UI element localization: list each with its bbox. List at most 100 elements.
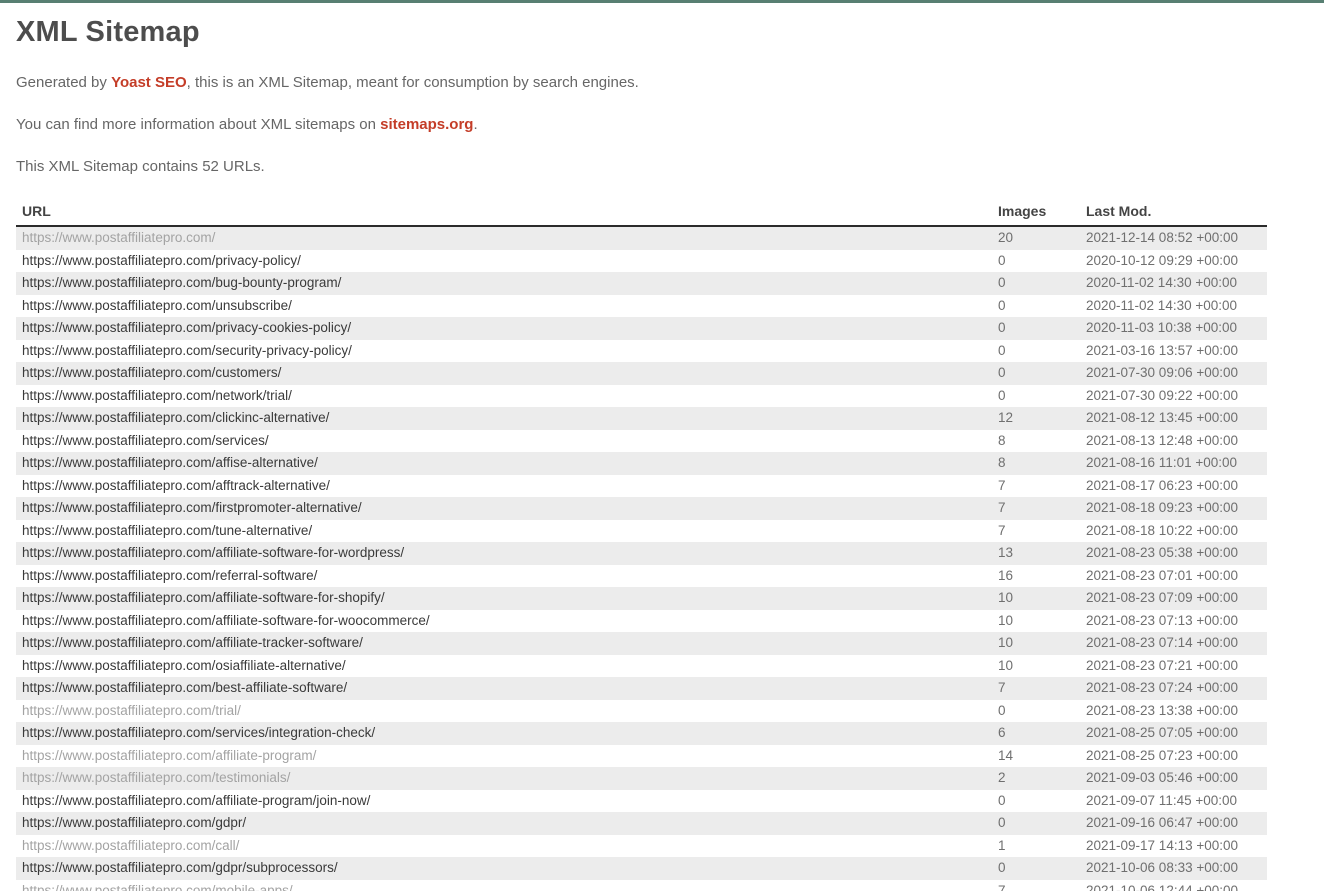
sitemap-page: XML Sitemap Generated by Yoast SEO, this…	[0, 16, 1324, 891]
sitemap-url-link[interactable]: https://www.postaffiliatepro.com/affilia…	[22, 635, 363, 650]
last-modified: 2021-09-16 06:47 +00:00	[1080, 812, 1267, 835]
last-modified: 2021-03-16 13:57 +00:00	[1080, 340, 1267, 363]
last-modified: 2021-08-23 07:09 +00:00	[1080, 587, 1267, 610]
sitemap-url-link[interactable]: https://www.postaffiliatepro.com/clickin…	[22, 410, 329, 425]
last-modified: 2021-08-25 07:23 +00:00	[1080, 745, 1267, 768]
url-cell: https://www.postaffiliatepro.com/service…	[16, 430, 992, 453]
url-cell: https://www.postaffiliatepro.com/affilia…	[16, 632, 992, 655]
intro-text-after: , this is an XML Sitemap, meant for cons…	[187, 74, 639, 91]
sitemap-url-link[interactable]: https://www.postaffiliatepro.com/bug-bou…	[22, 275, 341, 290]
sitemap-url-link[interactable]: https://www.postaffiliatepro.com/testimo…	[22, 770, 290, 785]
sitemap-url-link[interactable]: https://www.postaffiliatepro.com/referra…	[22, 568, 317, 583]
sitemap-url-link[interactable]: https://www.postaffiliatepro.com/afftrac…	[22, 478, 330, 493]
sitemap-url-link[interactable]: https://www.postaffiliatepro.com/affilia…	[22, 545, 404, 560]
last-modified: 2021-08-23 07:21 +00:00	[1080, 655, 1267, 678]
last-modified: 2021-08-25 07:05 +00:00	[1080, 722, 1267, 745]
images-count: 7	[992, 677, 1080, 700]
last-modified: 2021-08-13 12:48 +00:00	[1080, 430, 1267, 453]
images-count: 6	[992, 722, 1080, 745]
last-modified: 2020-11-02 14:30 +00:00	[1080, 272, 1267, 295]
table-row: https://www.postaffiliatepro.com/service…	[16, 722, 1267, 745]
last-modified: 2021-09-17 14:13 +00:00	[1080, 835, 1267, 858]
last-modified: 2021-12-14 08:52 +00:00	[1080, 226, 1267, 250]
table-row: https://www.postaffiliatepro.com/unsubsc…	[16, 295, 1267, 318]
sitemap-url-link[interactable]: https://www.postaffiliatepro.com/custome…	[22, 365, 281, 380]
images-count: 20	[992, 226, 1080, 250]
sitemap-url-link[interactable]: https://www.postaffiliatepro.com/privacy…	[22, 253, 301, 268]
last-modified: 2021-08-16 11:01 +00:00	[1080, 452, 1267, 475]
sitemap-url-link[interactable]: https://www.postaffiliatepro.com/gdpr/su…	[22, 860, 338, 875]
last-modified: 2021-08-23 07:24 +00:00	[1080, 677, 1267, 700]
url-cell: https://www.postaffiliatepro.com/privacy…	[16, 250, 992, 273]
images-count: 13	[992, 542, 1080, 565]
images-count: 0	[992, 340, 1080, 363]
sitemap-url-link[interactable]: https://www.postaffiliatepro.com/affise-…	[22, 455, 318, 470]
url-cell: https://www.postaffiliatepro.com/gdpr/su…	[16, 857, 992, 880]
url-cell: https://www.postaffiliatepro.com/affilia…	[16, 745, 992, 768]
url-cell: https://www.postaffiliatepro.com/testimo…	[16, 767, 992, 790]
sitemaps-org-link[interactable]: sitemaps.org	[380, 116, 473, 133]
last-modified: 2020-11-02 14:30 +00:00	[1080, 295, 1267, 318]
sitemap-url-link[interactable]: https://www.postaffiliatepro.com/gdpr/	[22, 815, 246, 830]
sitemap-url-link[interactable]: https://www.postaffiliatepro.com/network…	[22, 388, 292, 403]
table-row: https://www.postaffiliatepro.com/testimo…	[16, 767, 1267, 790]
column-header-images: Images	[992, 201, 1080, 226]
info-text-after: .	[473, 116, 477, 133]
images-count: 10	[992, 587, 1080, 610]
images-count: 0	[992, 317, 1080, 340]
info-text-before: You can find more information about XML …	[16, 116, 380, 133]
sitemap-url-link[interactable]: https://www.postaffiliatepro.com/affilia…	[22, 590, 385, 605]
table-row: https://www.postaffiliatepro.com/referra…	[16, 565, 1267, 588]
images-count: 0	[992, 272, 1080, 295]
sitemap-url-link[interactable]: https://www.postaffiliatepro.com/affilia…	[22, 748, 316, 763]
url-cell: https://www.postaffiliatepro.com/clickin…	[16, 407, 992, 430]
intro-line-more-info: You can find more information about XML …	[16, 117, 1308, 133]
table-row: https://www.postaffiliatepro.com/trial/0…	[16, 700, 1267, 723]
sitemap-url-link[interactable]: https://www.postaffiliatepro.com/privacy…	[22, 320, 351, 335]
url-count-line: This XML Sitemap contains 52 URLs.	[16, 159, 1308, 175]
sitemap-table: URL Images Last Mod. https://www.postaff…	[16, 201, 1267, 891]
url-cell: https://www.postaffiliatepro.com/best-af…	[16, 677, 992, 700]
sitemap-url-link[interactable]: https://www.postaffiliatepro.com/tune-al…	[22, 523, 312, 538]
sitemap-url-link[interactable]: https://www.postaffiliatepro.com/call/	[22, 838, 239, 853]
url-cell: https://www.postaffiliatepro.com/affilia…	[16, 610, 992, 633]
column-header-url: URL	[16, 201, 992, 226]
sitemap-url-link[interactable]: https://www.postaffiliatepro.com/firstpr…	[22, 500, 362, 515]
last-modified: 2021-08-23 05:38 +00:00	[1080, 542, 1267, 565]
sitemap-url-link[interactable]: https://www.postaffiliatepro.com/securit…	[22, 343, 352, 358]
images-count: 2	[992, 767, 1080, 790]
sitemap-url-link[interactable]: https://www.postaffiliatepro.com/service…	[22, 433, 269, 448]
yoast-seo-link[interactable]: Yoast SEO	[111, 74, 187, 91]
last-modified: 2020-11-03 10:38 +00:00	[1080, 317, 1267, 340]
table-row: https://www.postaffiliatepro.com/call/12…	[16, 835, 1267, 858]
sitemap-url-link[interactable]: https://www.postaffiliatepro.com/best-af…	[22, 680, 347, 695]
images-count: 16	[992, 565, 1080, 588]
sitemap-url-link[interactable]: https://www.postaffiliatepro.com/affilia…	[22, 613, 430, 628]
sitemap-url-link[interactable]: https://www.postaffiliatepro.com/unsubsc…	[22, 298, 292, 313]
last-modified: 2021-08-17 06:23 +00:00	[1080, 475, 1267, 498]
table-row: https://www.postaffiliatepro.com/202021-…	[16, 226, 1267, 250]
images-count: 8	[992, 452, 1080, 475]
images-count: 8	[992, 430, 1080, 453]
images-count: 0	[992, 295, 1080, 318]
url-cell: https://www.postaffiliatepro.com/affilia…	[16, 542, 992, 565]
url-cell: https://www.postaffiliatepro.com/affilia…	[16, 790, 992, 813]
intro-text-before: Generated by	[16, 74, 111, 91]
last-modified: 2021-08-12 13:45 +00:00	[1080, 407, 1267, 430]
intro-line-generated: Generated by Yoast SEO, this is an XML S…	[16, 75, 1308, 91]
table-row: https://www.postaffiliatepro.com/clickin…	[16, 407, 1267, 430]
sitemap-url-link[interactable]: https://www.postaffiliatepro.com/affilia…	[22, 793, 370, 808]
column-header-lastmod: Last Mod.	[1080, 201, 1267, 226]
sitemap-url-link[interactable]: https://www.postaffiliatepro.com/mobile-…	[22, 883, 293, 891]
images-count: 0	[992, 700, 1080, 723]
last-modified: 2021-07-30 09:22 +00:00	[1080, 385, 1267, 408]
url-cell: https://www.postaffiliatepro.com/affise-…	[16, 452, 992, 475]
sitemap-url-link[interactable]: https://www.postaffiliatepro.com/osiaffi…	[22, 658, 346, 673]
url-cell: https://www.postaffiliatepro.com/service…	[16, 722, 992, 745]
sitemap-url-link[interactable]: https://www.postaffiliatepro.com/trial/	[22, 703, 241, 718]
sitemap-url-link[interactable]: https://www.postaffiliatepro.com/service…	[22, 725, 375, 740]
table-row: https://www.postaffiliatepro.com/affilia…	[16, 610, 1267, 633]
table-row: https://www.postaffiliatepro.com/affilia…	[16, 542, 1267, 565]
sitemap-url-link[interactable]: https://www.postaffiliatepro.com/	[22, 230, 215, 245]
last-modified: 2021-09-03 05:46 +00:00	[1080, 767, 1267, 790]
